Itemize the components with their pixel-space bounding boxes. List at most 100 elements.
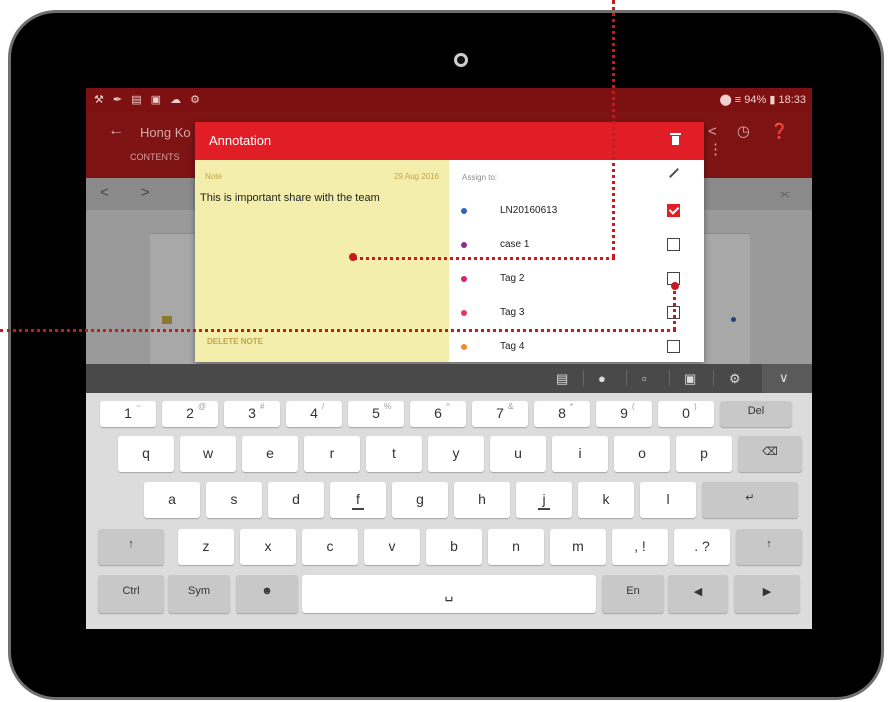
letter-key[interactable]: x bbox=[240, 529, 296, 565]
number-key[interactable]: 1 ~ bbox=[100, 401, 156, 427]
number-key[interactable]: 6 ^ bbox=[410, 401, 466, 427]
language-key[interactable]: En bbox=[602, 575, 664, 613]
number-key[interactable]: 3 # bbox=[224, 401, 280, 427]
number-key[interactable]: 9( bbox=[596, 401, 652, 427]
number-key[interactable]: 2 @ bbox=[162, 401, 218, 427]
space-key[interactable]: ␣ bbox=[302, 575, 596, 613]
letter-key[interactable]: n bbox=[488, 529, 544, 565]
keyboard-icon[interactable]: ▤ bbox=[556, 371, 568, 387]
tag-row[interactable]: LN20160613 bbox=[449, 196, 704, 230]
delete-key[interactable]: Del bbox=[720, 401, 792, 427]
prev-next-buttons[interactable]: < > bbox=[100, 184, 164, 201]
tag-row[interactable]: Tag 4 bbox=[449, 332, 704, 366]
letter-key[interactable]: e bbox=[242, 436, 298, 472]
callout-line bbox=[0, 329, 676, 332]
camera-icon bbox=[454, 53, 468, 67]
ctrl-key[interactable]: Ctrl bbox=[98, 575, 164, 613]
letter-key[interactable]: a bbox=[144, 482, 200, 518]
trash-icon[interactable] bbox=[670, 133, 681, 145]
key-label: 1 bbox=[124, 405, 132, 421]
letter-key[interactable]: p bbox=[676, 436, 732, 472]
gear-icon[interactable]: ⚙ bbox=[729, 371, 741, 387]
key-secondary-label: / bbox=[322, 402, 325, 411]
key-label: o bbox=[638, 445, 646, 461]
key-label: h bbox=[478, 491, 486, 507]
letter-key[interactable]: b bbox=[426, 529, 482, 565]
letter-key[interactable]: k bbox=[578, 482, 634, 518]
shift-key[interactable]: ↑ bbox=[98, 529, 164, 565]
letter-key[interactable]: i bbox=[552, 436, 608, 472]
delete-note-button[interactable]: DELETE NOTE bbox=[207, 337, 263, 346]
microphone-icon[interactable]: ● bbox=[598, 371, 606, 386]
number-key[interactable]: 5% bbox=[348, 401, 404, 427]
letter-key[interactable]: h bbox=[454, 482, 510, 518]
number-key[interactable]: 4/ bbox=[286, 401, 342, 427]
letter-key[interactable]: m bbox=[550, 529, 606, 565]
window-icon[interactable]: ▣ bbox=[684, 371, 696, 387]
letter-key[interactable]: d bbox=[268, 482, 324, 518]
letter-key[interactable]: o bbox=[614, 436, 670, 472]
right-arrow-key[interactable]: ▶ bbox=[734, 575, 800, 613]
note-label: Note bbox=[205, 172, 222, 181]
left-arrow-key[interactable]: ◀ bbox=[668, 575, 728, 613]
tag-checkbox[interactable] bbox=[667, 238, 680, 251]
note-marker-icon[interactable] bbox=[162, 316, 172, 324]
tag-checkbox[interactable] bbox=[667, 204, 680, 217]
key-label: 8 bbox=[558, 405, 566, 421]
tag-checkbox[interactable] bbox=[667, 340, 680, 353]
letter-key[interactable]: c bbox=[302, 529, 358, 565]
tag-marker-icon[interactable] bbox=[731, 317, 736, 322]
letter-key[interactable]: , ! bbox=[612, 529, 668, 565]
key-label: f bbox=[356, 491, 360, 507]
letter-key[interactable]: y bbox=[428, 436, 484, 472]
letter-key[interactable]: f bbox=[330, 482, 386, 518]
tag-row[interactable]: Tag 3 bbox=[449, 298, 704, 332]
key-label: l bbox=[666, 491, 670, 507]
key-label: n bbox=[512, 538, 520, 554]
letter-key[interactable]: q bbox=[118, 436, 174, 472]
sym-key[interactable]: Sym bbox=[168, 575, 230, 613]
number-key[interactable]: 7 & bbox=[472, 401, 528, 427]
dialog-header: Annotation bbox=[195, 122, 704, 160]
key-label: 6 bbox=[434, 405, 442, 421]
tag-label: LN20160613 bbox=[500, 205, 558, 216]
enter-key[interactable]: ↵ bbox=[702, 482, 798, 518]
shift-key[interactable]: ↑ bbox=[736, 529, 802, 565]
status-bar: ⚒ ✒ ▤ ▣ ☁ ⚙ ⬤ ≡ 94% ▮ 18:33 bbox=[86, 88, 812, 112]
letter-key[interactable]: g bbox=[392, 482, 448, 518]
letter-key[interactable]: u bbox=[490, 436, 546, 472]
key-label: e bbox=[266, 445, 274, 461]
letter-key[interactable]: l bbox=[640, 482, 696, 518]
letter-key[interactable]: w bbox=[180, 436, 236, 472]
tab-contents[interactable]: CONTENTS bbox=[130, 152, 180, 162]
key-label: Ctrl bbox=[122, 585, 140, 597]
note-text[interactable]: This is important share with the team bbox=[200, 192, 380, 204]
pencil-icon[interactable] bbox=[669, 168, 679, 178]
hide-keyboard-button[interactable]: ∨ bbox=[762, 364, 812, 393]
key-label: 9 bbox=[620, 405, 628, 421]
letter-key[interactable]: s bbox=[206, 482, 262, 518]
backspace-key[interactable]: ⌫ bbox=[738, 436, 802, 472]
callout-line bbox=[673, 286, 676, 330]
letter-key[interactable]: z bbox=[178, 529, 234, 565]
number-key[interactable]: 0) bbox=[658, 401, 714, 427]
keyboard-toolbar: ▤ ● ▫ ▣ ⚙ ∨ bbox=[86, 364, 812, 393]
letter-key[interactable]: r bbox=[304, 436, 360, 472]
app-actions[interactable]: < ◷ ❓ ⋮ bbox=[708, 122, 812, 158]
key-label: ⌫ bbox=[762, 446, 778, 458]
key-label: ☻ bbox=[261, 585, 273, 597]
key-label: m bbox=[572, 538, 584, 554]
letter-key[interactable]: t bbox=[366, 436, 422, 472]
collapse-icon[interactable]: ⫘ bbox=[779, 186, 790, 201]
key-label: Sym bbox=[188, 585, 210, 597]
key-label: ▶ bbox=[762, 586, 772, 598]
letter-key[interactable]: v bbox=[364, 529, 420, 565]
emoji-key[interactable]: ☻ bbox=[236, 575, 298, 613]
tag-label: Tag 4 bbox=[500, 341, 525, 352]
letter-key[interactable]: j bbox=[516, 482, 572, 518]
tag-row[interactable]: Tag 2 bbox=[449, 264, 704, 298]
clipboard-icon[interactable]: ▫ bbox=[642, 371, 647, 386]
letter-key[interactable]: . ? bbox=[674, 529, 730, 565]
number-key[interactable]: 8 * bbox=[534, 401, 590, 427]
back-arrow-icon[interactable]: ← bbox=[108, 122, 124, 140]
